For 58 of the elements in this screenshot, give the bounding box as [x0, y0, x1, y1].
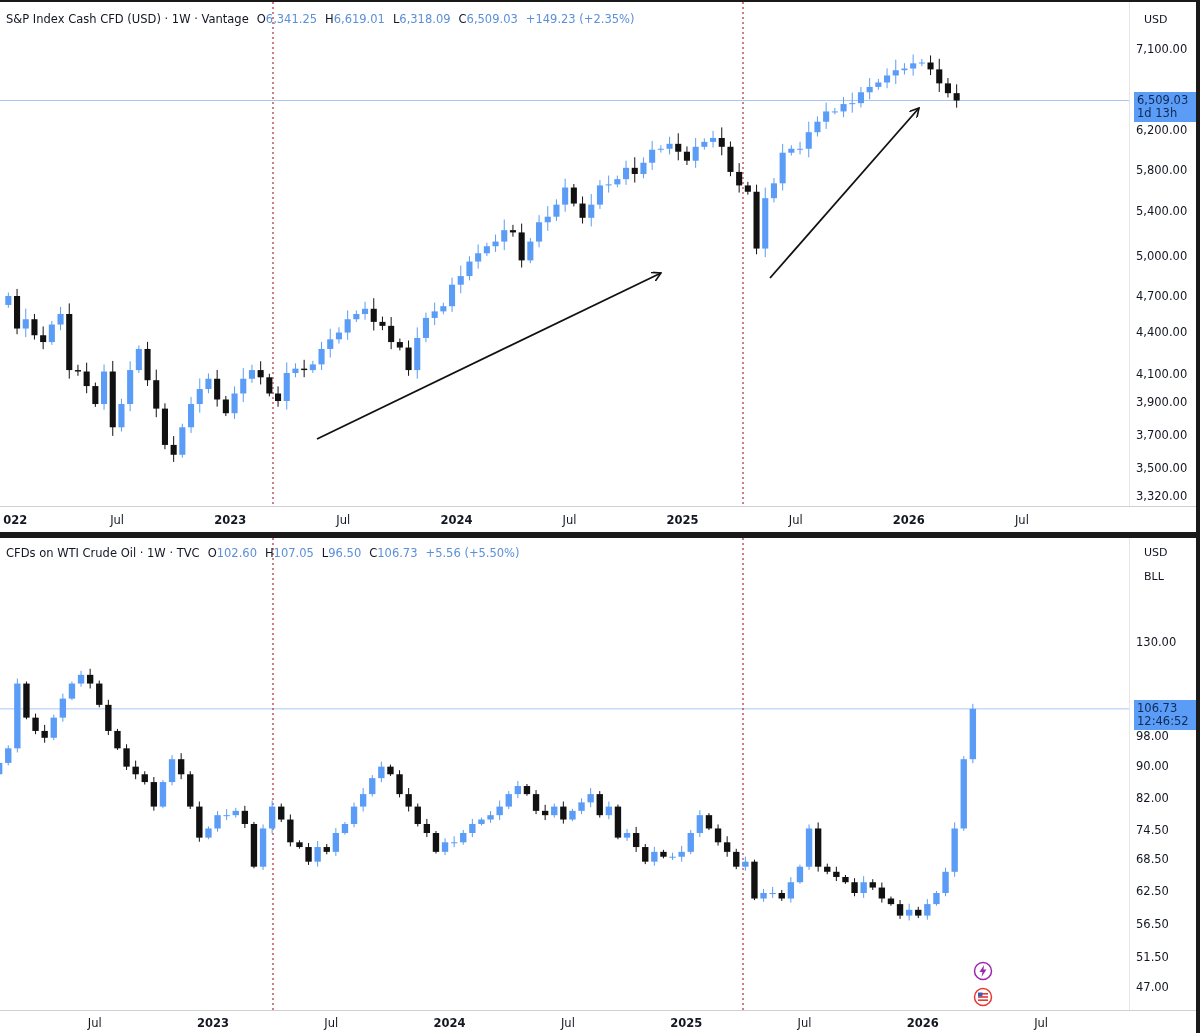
price-tick: 6,200.00 — [1136, 123, 1188, 137]
price-tick: 4,700.00 — [1136, 289, 1188, 303]
date-tick: Jul — [797, 1016, 812, 1030]
date-tick: 2025 — [666, 512, 699, 527]
price-tick: 51.50 — [1136, 949, 1169, 964]
price-tick: 3,500.00 — [1136, 461, 1188, 475]
date-tick: 2026 — [892, 512, 925, 527]
price-tick: 62.50 — [1136, 883, 1169, 898]
date-tick: Jul — [562, 512, 577, 527]
last-price-label: 6,509.03 1d 13h — [1134, 91, 1196, 122]
price-tick: 74.50 — [1136, 822, 1169, 837]
ohlc-value: H107.05 — [264, 545, 314, 560]
price-tick: 90.00 — [1136, 758, 1169, 773]
price-change: +149.23 (+2.35%) — [525, 12, 635, 26]
currency-unit: USD — [1144, 12, 1168, 26]
ohlc-value: L6,318.09 — [392, 12, 451, 26]
ohlc-value: L96.50 — [321, 545, 362, 560]
date-tick: Jul — [324, 1016, 339, 1030]
ohlc-value: O102.60 — [207, 545, 257, 560]
symbol-title: S&P Index Cash CFD (USD) · 1W · Vantage — [6, 12, 249, 26]
price-tick: 7,100.00 — [1136, 42, 1188, 56]
date-tick: 2024 — [440, 512, 473, 527]
price-tick: 5,800.00 — [1136, 163, 1188, 177]
date-tick: 2025 — [670, 1016, 703, 1030]
date-tick: Jul — [1014, 512, 1029, 527]
price-tick: 130.00 — [1136, 634, 1177, 649]
currency-unit: USD — [1144, 545, 1168, 559]
date-tick: Jul — [110, 512, 125, 527]
ohlc-value: H6,619.01 — [325, 12, 385, 26]
date-tick: 022 — [3, 512, 28, 527]
price-tick: 5,400.00 — [1136, 204, 1188, 218]
symbol-title: CFDs on WTI Crude Oil · 1W · TVC — [6, 545, 200, 560]
date-tick: Jul — [336, 512, 351, 527]
currency-unit: BLL — [1144, 569, 1164, 583]
price-tick: 3,900.00 — [1136, 395, 1188, 409]
price-tick: 5,000.00 — [1136, 249, 1188, 263]
price-tick: 3,320.00 — [1136, 489, 1188, 503]
date-tick: Jul — [87, 1016, 102, 1030]
date-tick: Jul — [1034, 1016, 1049, 1030]
price-tick: 82.00 — [1136, 790, 1169, 805]
price-change: +5.56 (+5.50%) — [425, 545, 520, 560]
ohlc-value: C106.73 — [369, 545, 418, 560]
price-tick: 47.00 — [1136, 979, 1169, 994]
date-tick: Jul — [560, 1016, 575, 1030]
ohlc-value: O6,341.25 — [256, 12, 318, 26]
date-tick: 2026 — [906, 1016, 939, 1030]
price-tick: 4,100.00 — [1136, 367, 1188, 381]
ohlc-value: C6,509.03 — [458, 12, 518, 26]
price-tick: 98.00 — [1136, 728, 1169, 743]
price-tick: 68.50 — [1136, 851, 1169, 866]
date-tick: 2024 — [433, 1016, 466, 1030]
last-price-label: 106.73 12:46:52 — [1134, 699, 1196, 730]
date-tick: 2023 — [197, 1016, 229, 1030]
date-tick: Jul — [788, 512, 803, 527]
date-tick: 2023 — [214, 512, 247, 527]
price-tick: 56.50 — [1136, 916, 1169, 931]
price-tick: 3,700.00 — [1136, 428, 1188, 442]
price-tick: 4,400.00 — [1136, 325, 1188, 339]
